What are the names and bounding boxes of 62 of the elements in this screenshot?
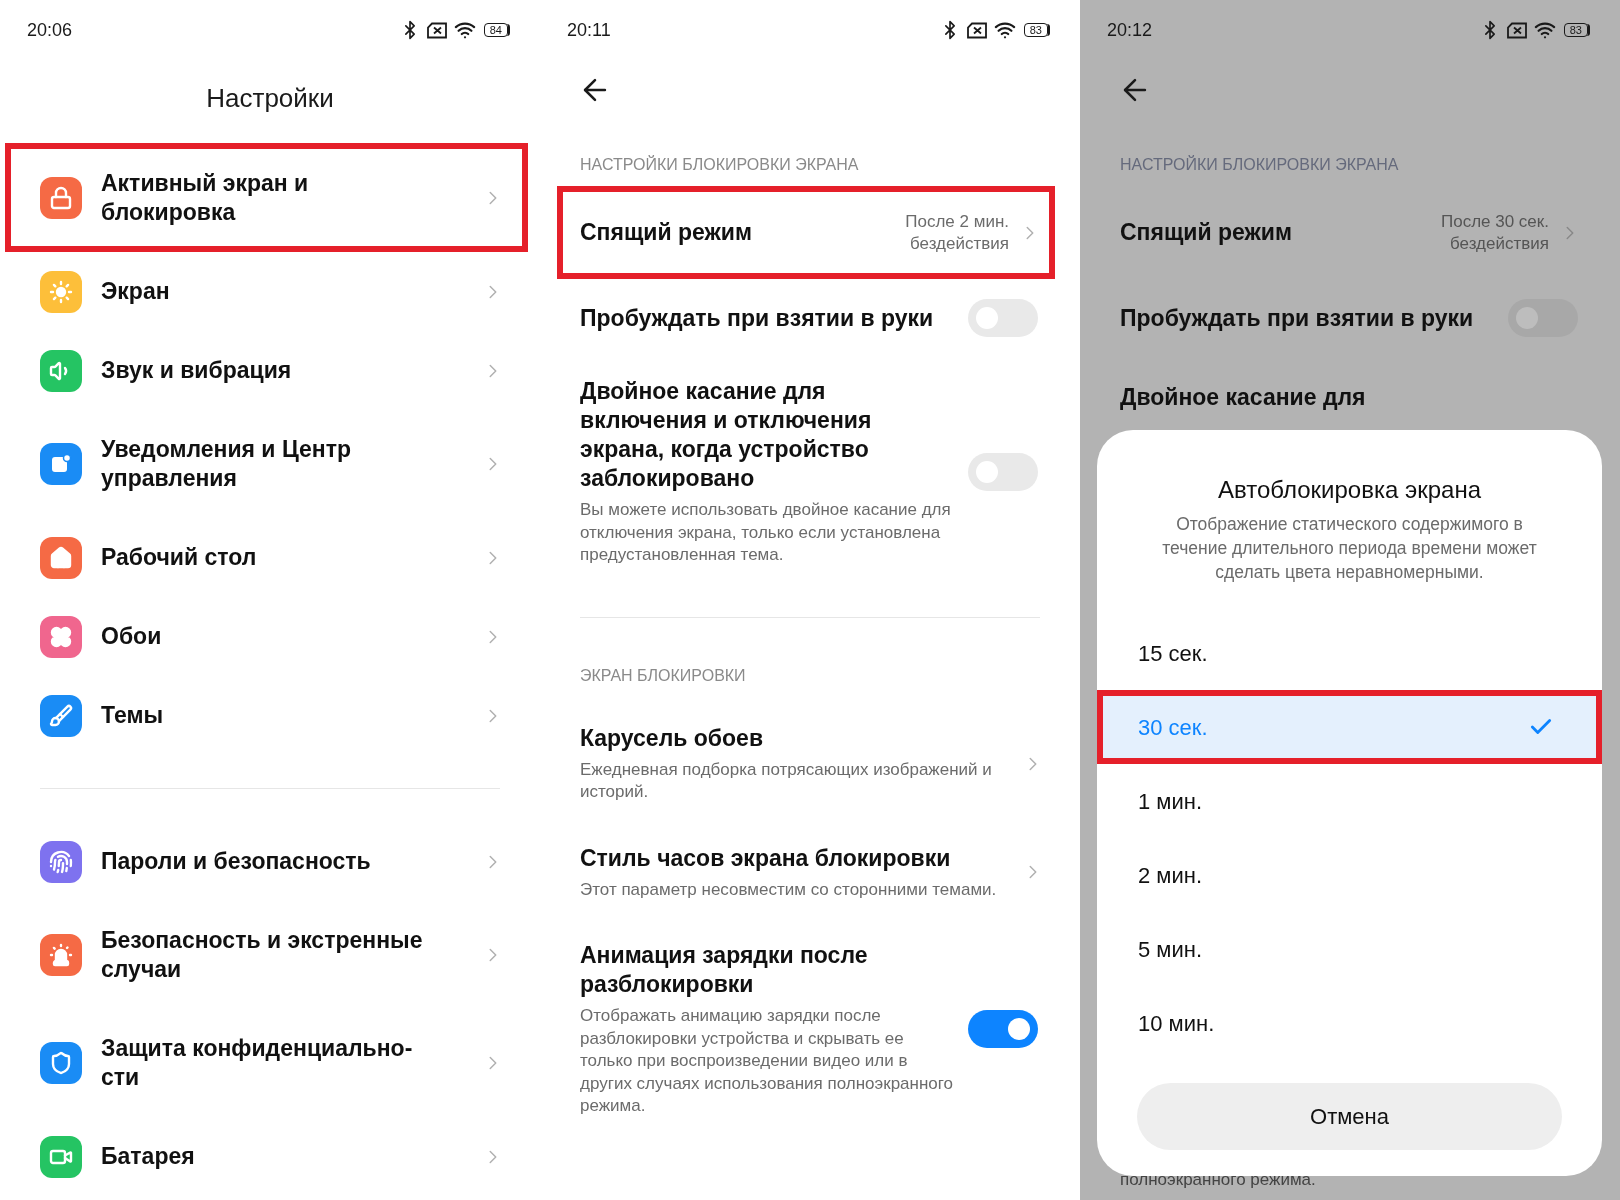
- cancel-button[interactable]: Отмена: [1137, 1083, 1562, 1150]
- settings-item[interactable]: Рабочий стол: [5, 518, 528, 597]
- item-label: Активный экран и блокировка: [101, 168, 310, 227]
- row-title: Двойное касание для: [1120, 384, 1366, 410]
- option-item[interactable]: 2 мин.: [1097, 838, 1602, 912]
- battery-indicator: 83: [1023, 23, 1048, 37]
- sim-card-icon: [425, 21, 448, 39]
- option-item[interactable]: 5 мин.: [1097, 912, 1602, 986]
- section-header: ЭКРАН БЛОКИРОВКИ: [579, 665, 747, 686]
- row-title: Двойное касание для включения и отключения экрана, когда устройство заблокировано: [580, 377, 873, 493]
- settings-item[interactable]: Активный экран и блокировка: [5, 143, 528, 252]
- row-title: Стиль часов экрана блокировки: [580, 843, 952, 873]
- item-label: Обои: [101, 622, 163, 651]
- row-title: Пробуждать при взятии в руки: [1120, 303, 1475, 333]
- option-item[interactable]: 10 мин.: [1097, 986, 1602, 1060]
- status-time: 20:11: [567, 18, 611, 42]
- item-label: Темы: [101, 701, 165, 730]
- item-label: Рабочий стол: [101, 543, 258, 572]
- row-value: После 30 сек. бездействия: [1439, 210, 1549, 255]
- row-description: Этот параметр несовместим со сторонними темами.: [580, 878, 998, 901]
- item-label: Уведомления и Центр управления: [101, 435, 352, 493]
- description-text: полноэкранного режима.: [1120, 1169, 1316, 1191]
- sim-card-icon: [1505, 21, 1528, 39]
- sim-card-icon: [965, 21, 988, 39]
- item-label: Пароли и безопасность: [101, 847, 372, 876]
- settings-row[interactable]: Спящий режим После 2 мин. бездействия: [557, 186, 1055, 279]
- dialog-title: Автоблокировка экрана: [1217, 475, 1482, 505]
- status-time: 20:12: [1107, 18, 1153, 42]
- settings-item[interactable]: Темы: [5, 676, 528, 755]
- item-label: Экран: [101, 277, 171, 306]
- item-label: Безопасность и экстренные случаи: [101, 926, 424, 984]
- settings-item[interactable]: Экран: [5, 252, 528, 331]
- battery-indicator: 84: [483, 23, 508, 37]
- item-label: Звук и вибрация: [101, 356, 293, 385]
- row-title: Спящий режим: [580, 218, 753, 248]
- option-item[interactable]: 15 сек.: [1097, 616, 1602, 690]
- settings-item[interactable]: Защита конфиденциально-сти: [5, 1009, 528, 1117]
- battery-indicator: 83: [1563, 23, 1588, 37]
- row-value: После 2 мин. бездействия: [904, 210, 1009, 255]
- settings-item[interactable]: Безопасность и экстренные случаи: [5, 901, 528, 1009]
- settings-item[interactable]: Звук и вибрация: [5, 331, 528, 410]
- item-label: Батарея: [101, 1142, 196, 1171]
- page-title: Настройки: [206, 82, 334, 115]
- status-time: 20:06: [27, 18, 73, 42]
- row-title: Пробуждать при взятии в руки: [580, 303, 935, 333]
- settings-row[interactable]: Спящий режим После 30 сек. бездействия: [1097, 186, 1595, 279]
- settings-item[interactable]: Обои: [5, 597, 528, 676]
- item-label: Защита конфиденциально-сти: [101, 1034, 414, 1092]
- settings-item[interactable]: Уведомления и Центр управления: [5, 410, 528, 518]
- row-title: Анимация зарядки после разблокировки: [580, 941, 869, 999]
- toggle-switch[interactable]: [968, 1010, 1038, 1049]
- row-title: Карусель обоев: [580, 723, 765, 753]
- option-item[interactable]: 1 мин.: [1097, 764, 1602, 838]
- row-description: Отображать анимацию зарядки после разблокировки устройства и скрывать ее только при воспроизведении видео или в других случаях использования полноэкранного режима.: [580, 1005, 955, 1117]
- section-header: НАСТРОЙКИ БЛОКИРОВКИ ЭКРАНА: [579, 154, 860, 175]
- dialog-description: Отображение статического содержимого в течение длительного периода времени может сделать цвета неравномерными.: [1161, 513, 1538, 584]
- settings-item[interactable]: Батарея: [5, 1117, 528, 1196]
- section-header: НАСТРОЙКИ БЛОКИРОВКИ ЭКРАНА: [1119, 154, 1400, 175]
- row-description: Вы можете использовать двойное касание для отключения экрана, только если установлена предустановленная тема.: [580, 499, 952, 566]
- row-title: Спящий режим: [1120, 218, 1293, 248]
- settings-item[interactable]: Пароли и безопасность: [5, 822, 528, 901]
- row-description: Ежедневная подборка потрясающих изображений и историй.: [580, 758, 993, 803]
